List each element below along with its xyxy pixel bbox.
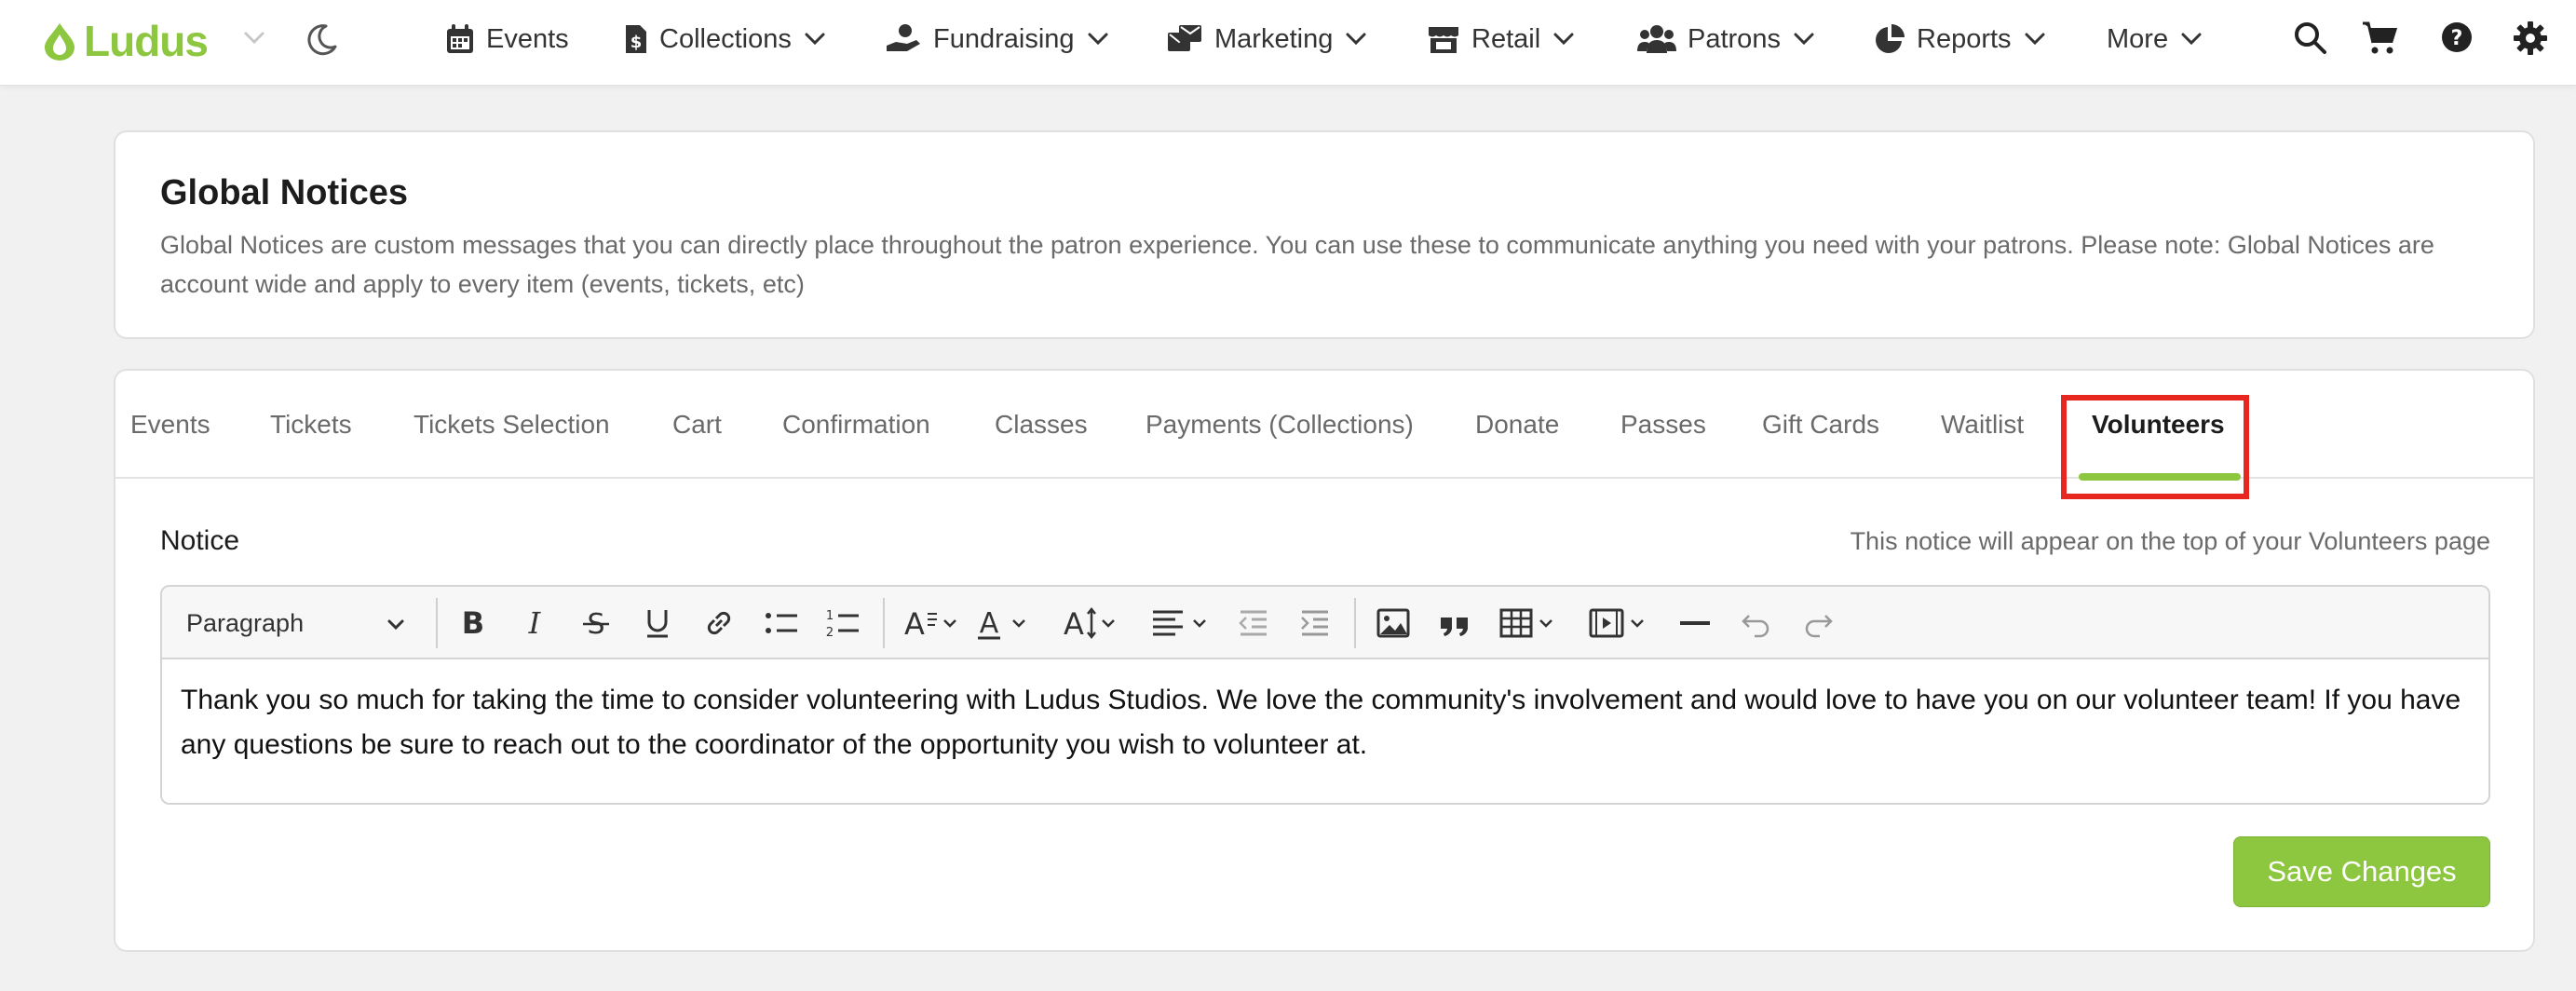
- svg-text:B: B: [462, 605, 484, 641]
- nav-marketing-label: Marketing: [1214, 23, 1334, 54]
- calendar-icon: [447, 24, 473, 53]
- toolbar-separator: [883, 598, 885, 648]
- horizontal-line-icon[interactable]: [1676, 604, 1714, 642]
- chevron-down-icon: [1553, 33, 1574, 46]
- tab-donate[interactable]: Donate: [1475, 371, 1559, 479]
- nav-more[interactable]: More: [2107, 0, 2203, 78]
- brand-logo[interactable]: Ludus: [41, 13, 209, 69]
- page-title: Global Notices: [160, 173, 409, 212]
- global-notices-card: Global Notices Global Notices are custom…: [114, 130, 2535, 339]
- notice-label: Notice: [160, 525, 240, 556]
- link-icon[interactable]: [700, 604, 738, 642]
- chevron-down-icon: [2181, 33, 2202, 46]
- bold-icon[interactable]: B: [454, 604, 492, 642]
- chevron-down-icon[interactable]: [240, 24, 268, 52]
- ludus-drop-icon: [45, 23, 75, 61]
- nav-retail[interactable]: Retail: [1427, 0, 1576, 78]
- numbered-list-icon[interactable]: 1 2: [823, 604, 862, 642]
- svg-text:A: A: [904, 606, 925, 642]
- redo-icon[interactable]: [1799, 604, 1837, 642]
- indent-icon[interactable]: [1296, 604, 1334, 642]
- svg-text:A: A: [980, 607, 999, 640]
- highlight-box: [2061, 395, 2249, 499]
- moon-icon[interactable]: [304, 20, 341, 58]
- notice-hint: This notice will appear on the top of yo…: [1850, 527, 2490, 555]
- font-color-icon[interactable]: A: [974, 604, 1036, 642]
- paragraph-format-value: Paragraph: [186, 608, 305, 637]
- paragraph-format-select[interactable]: Paragraph: [186, 587, 304, 659]
- page-description: Global Notices are custom messages that …: [160, 231, 2434, 298]
- tab-tickets-selection[interactable]: Tickets Selection: [414, 371, 610, 479]
- nav-fundraising[interactable]: Fundraising: [885, 0, 1110, 78]
- italic-icon[interactable]: I: [516, 604, 553, 642]
- outdent-icon[interactable]: [1235, 604, 1272, 642]
- notice-content-editor[interactable]: Thank you so much for taking the time to…: [181, 678, 2472, 767]
- font-size-icon[interactable]: A: [1060, 604, 1125, 642]
- nav-more-label: More: [2107, 23, 2169, 54]
- nav-patrons[interactable]: Patrons: [1637, 0, 1816, 78]
- nav-collections[interactable]: $ Collections: [624, 0, 827, 78]
- tab-events[interactable]: Events: [130, 371, 210, 479]
- pie-chart-icon: [1876, 24, 1905, 53]
- media-embed-icon[interactable]: [1587, 604, 1654, 642]
- font-family-icon[interactable]: A: [900, 604, 961, 642]
- chevron-down-icon: [1346, 33, 1366, 46]
- text-align-icon[interactable]: [1149, 604, 1216, 642]
- tab-cart[interactable]: Cart: [672, 371, 722, 479]
- nav-fundraising-label: Fundraising: [933, 23, 1075, 54]
- underline-icon[interactable]: [639, 604, 676, 642]
- chevron-down-icon: [1088, 33, 1108, 46]
- tab-gift-cards[interactable]: Gift Cards: [1762, 371, 1879, 479]
- tab-tickets[interactable]: Tickets: [270, 371, 352, 479]
- strikethrough-icon[interactable]: S: [577, 604, 615, 642]
- toolbar-separator: [1354, 598, 1356, 648]
- nav-events-label: Events: [486, 23, 569, 54]
- hand-coin-icon: [887, 24, 920, 51]
- logo-text: Ludus: [84, 17, 209, 65]
- nav-reports[interactable]: Reports: [1874, 0, 2047, 78]
- nav-retail-label: Retail: [1471, 23, 1541, 54]
- table-icon[interactable]: [1498, 604, 1565, 642]
- svg-text:?: ?: [2451, 27, 2463, 50]
- help-icon[interactable]: ?: [2440, 20, 2474, 54]
- nav-reports-label: Reports: [1917, 23, 2012, 54]
- nav-marketing[interactable]: Marketing: [1166, 0, 1368, 78]
- store-icon: [1429, 27, 1458, 53]
- svg-text:A: A: [1064, 606, 1084, 642]
- rich-text-editor: Paragraph B I S 1 2 A A A Thank you so m…: [160, 585, 2490, 805]
- cart-icon[interactable]: [2362, 20, 2399, 56]
- tab-passes[interactable]: Passes: [1620, 371, 1706, 479]
- bulleted-list-icon[interactable]: [762, 604, 801, 642]
- dollar-document-icon: $: [626, 25, 646, 53]
- toolbar-separator: [436, 598, 438, 648]
- svg-text:$: $: [630, 33, 643, 52]
- save-changes-button[interactable]: Save Changes: [2233, 836, 2490, 907]
- chevron-down-icon: [805, 33, 825, 46]
- undo-icon[interactable]: [1738, 604, 1775, 642]
- tab-payments-collections[interactable]: Payments (Collections): [1146, 371, 1414, 479]
- mail-bulk-icon: [1168, 25, 1201, 51]
- nav-patrons-label: Patrons: [1688, 23, 1781, 54]
- blockquote-icon[interactable]: [1436, 604, 1473, 642]
- chevron-down-icon[interactable]: [386, 615, 406, 635]
- image-icon[interactable]: [1375, 604, 1412, 642]
- tab-confirmation[interactable]: Confirmation: [782, 371, 930, 479]
- nav-events[interactable]: Events: [445, 0, 569, 78]
- tab-classes[interactable]: Classes: [995, 371, 1088, 479]
- tab-waitlist[interactable]: Waitlist: [1941, 371, 2024, 479]
- gear-icon[interactable]: [2513, 20, 2548, 56]
- chevron-down-icon: [2025, 33, 2045, 46]
- top-navigation: Ludus Events $ Collections Fundraising M…: [0, 0, 2576, 86]
- chevron-down-icon: [1794, 33, 1814, 46]
- svg-text:2: 2: [826, 626, 834, 640]
- search-icon[interactable]: [2293, 20, 2328, 56]
- editor-toolbar: Paragraph B I S 1 2 A A A: [162, 587, 2488, 659]
- svg-text:1: 1: [826, 609, 834, 623]
- users-icon: [1637, 25, 1676, 53]
- nav-collections-label: Collections: [659, 23, 792, 54]
- svg-text:I: I: [528, 605, 542, 641]
